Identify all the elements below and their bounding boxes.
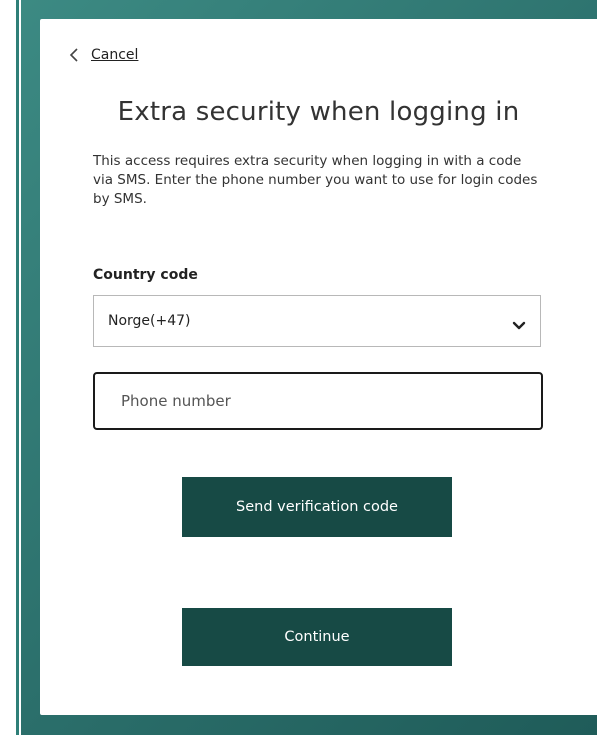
continue-button[interactable]: Continue [182, 608, 452, 666]
phone-number-input[interactable] [93, 372, 543, 430]
country-code-select[interactable]: Norge(+47) [93, 295, 541, 347]
cancel-link[interactable]: Cancel [67, 47, 138, 63]
left-panel-divider [16, 0, 19, 735]
chevron-down-icon [512, 316, 526, 330]
chevron-left-icon [67, 47, 81, 63]
cancel-label[interactable]: Cancel [91, 47, 138, 63]
page-title: Extra security when logging in [117, 97, 520, 127]
country-code-value: Norge(+47) [108, 313, 191, 329]
send-verification-code-button[interactable]: Send verification code [182, 477, 452, 537]
login-card: Cancel Extra security when logging in Th… [40, 19, 597, 715]
page-description: This access requires extra security when… [93, 153, 538, 207]
country-code-label: Country code [93, 267, 198, 283]
